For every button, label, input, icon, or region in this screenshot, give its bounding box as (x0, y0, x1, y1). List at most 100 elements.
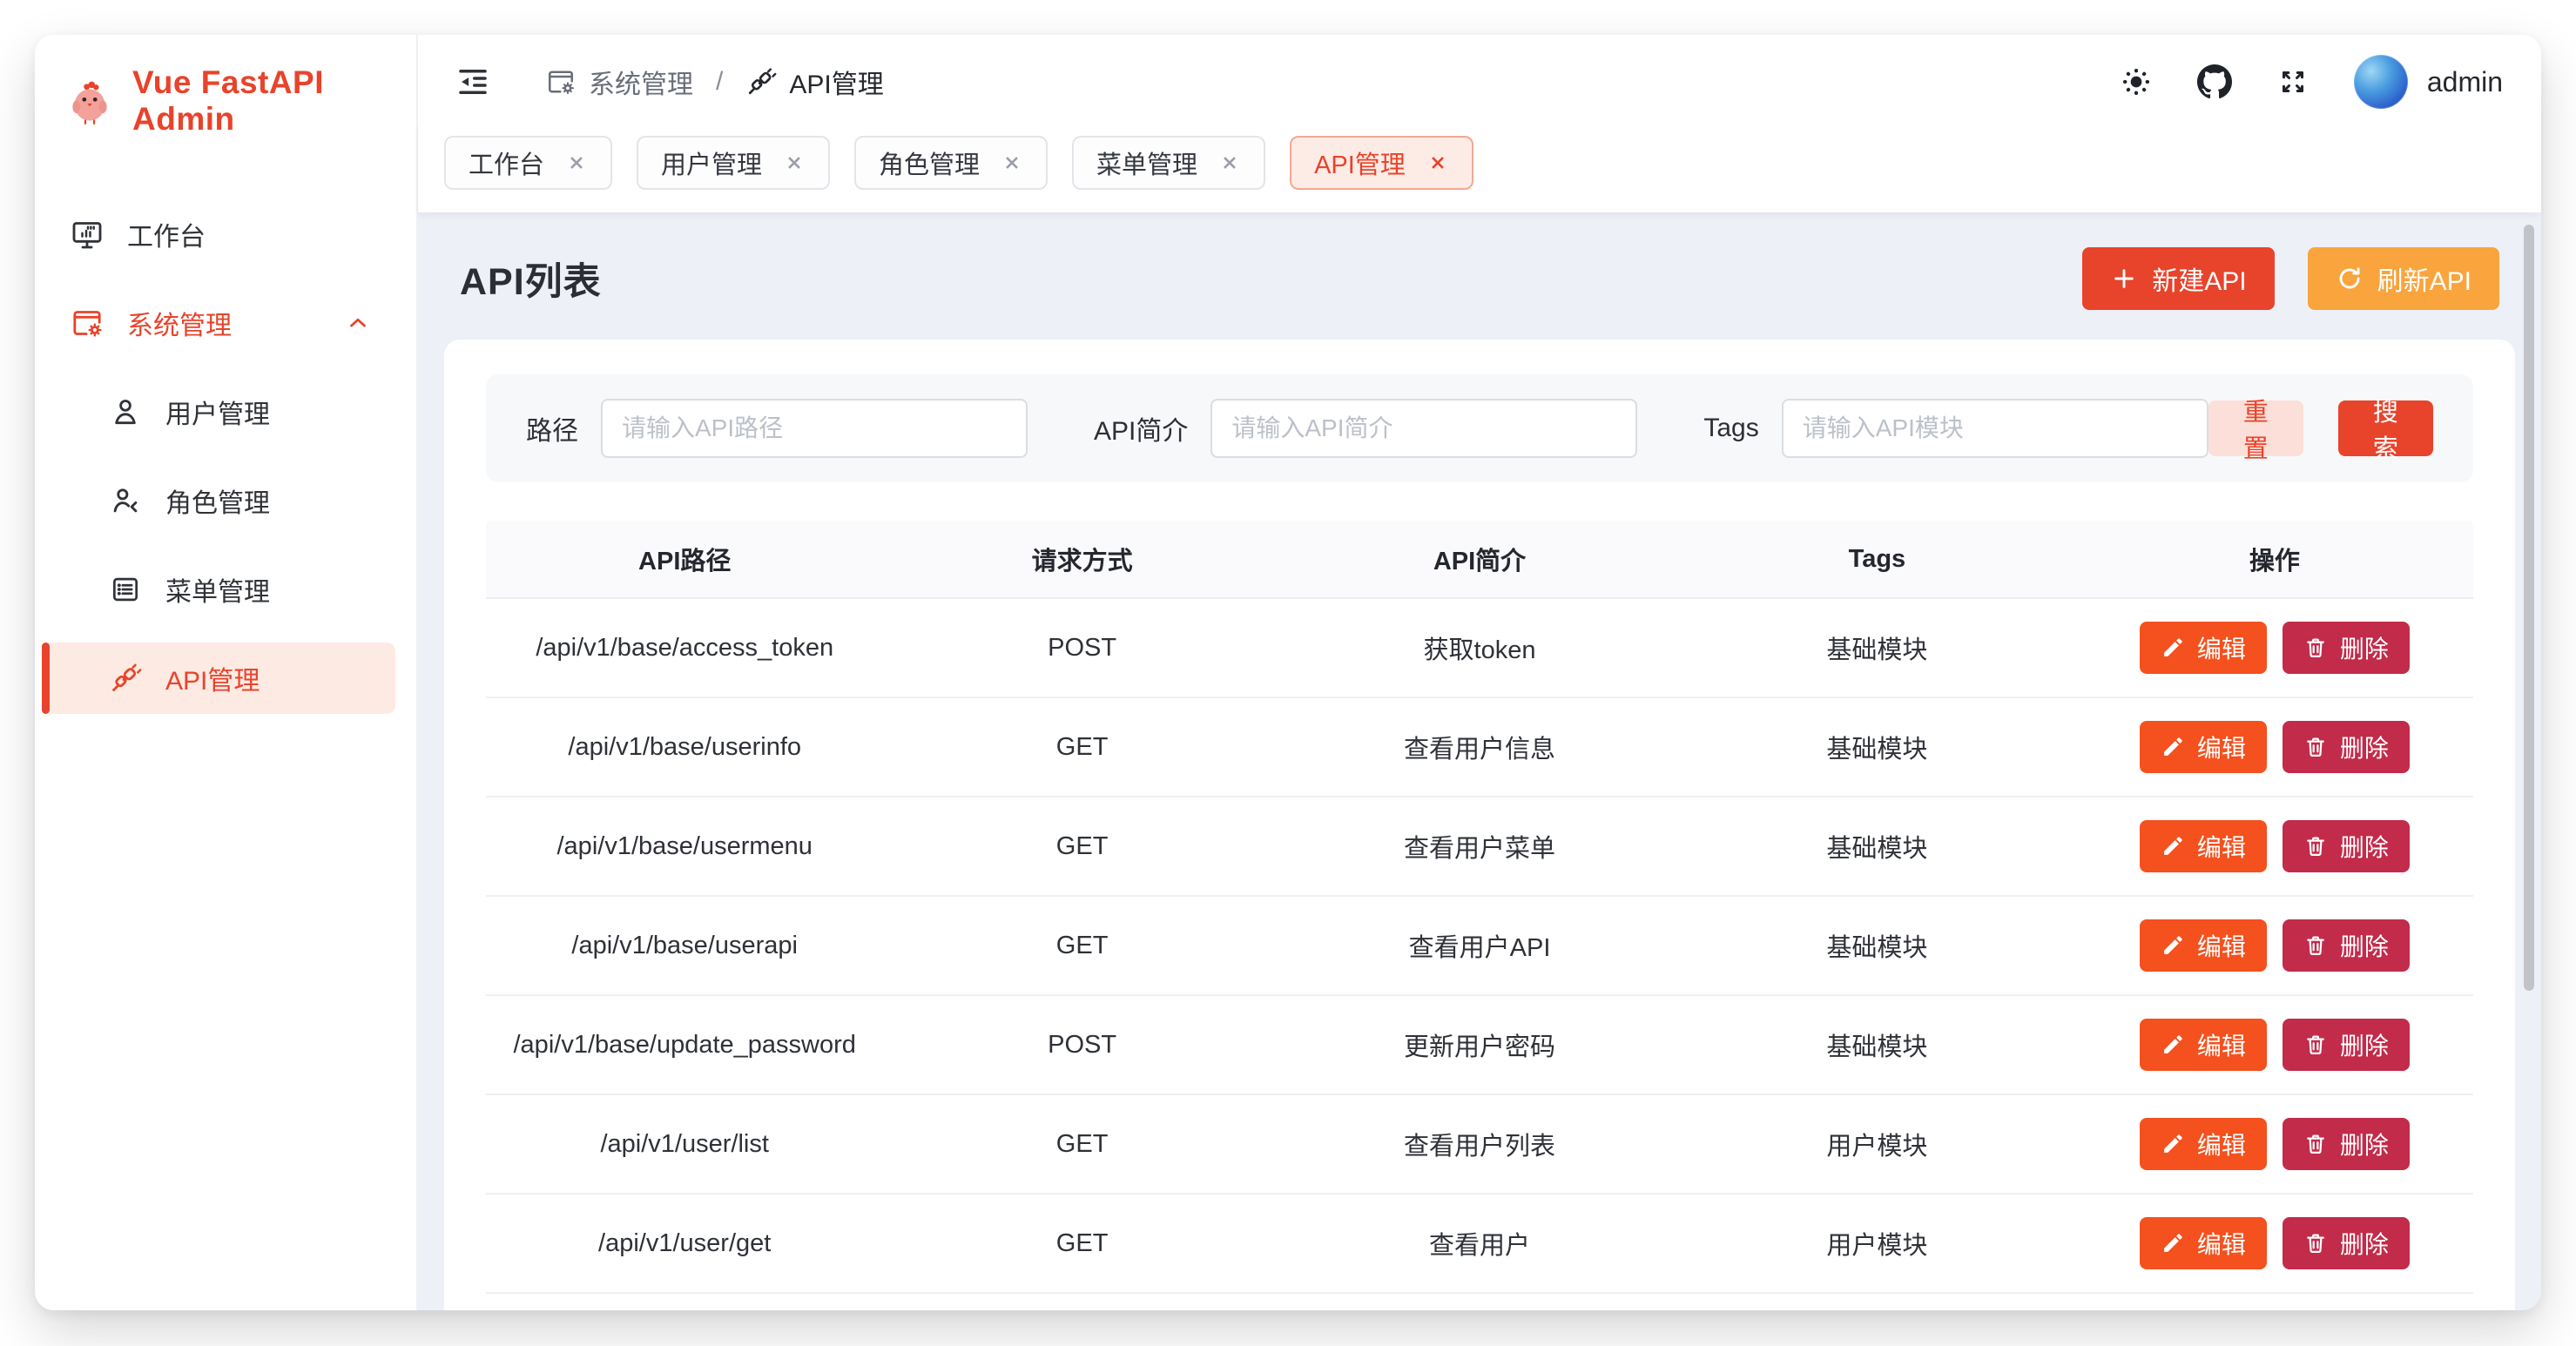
cell-actions: 编辑 删除 (2076, 820, 2473, 872)
edit-button[interactable]: 编辑 (2140, 1217, 2267, 1269)
cell-api-path: /api/v1/base/userapi (486, 932, 883, 960)
sidebar-item-label: 工作台 (127, 215, 206, 253)
user-icon (108, 394, 143, 429)
page-title: API列表 (460, 252, 602, 306)
github-icon[interactable] (2197, 64, 2232, 99)
main-area: 系统管理 / API管理 (418, 35, 2541, 1310)
tab[interactable]: 角色管理 (854, 136, 1048, 190)
cell-method: GET (883, 932, 1280, 960)
delete-button[interactable]: 删除 (2283, 1118, 2410, 1170)
edit-button[interactable]: 编辑 (2140, 622, 2267, 674)
edit-pencil-icon (2161, 933, 2185, 958)
sidebar-item-menus[interactable]: 菜单管理 (42, 554, 395, 625)
sidebar-item-users[interactable]: 用户管理 (42, 376, 395, 448)
delete-button[interactable]: 删除 (2283, 721, 2410, 773)
table-row: /api/v1/base/userapi GET 查看用户API 基础模块 编辑… (486, 897, 2473, 996)
close-icon[interactable] (783, 151, 806, 174)
cell-actions: 编辑 删除 (2076, 1118, 2473, 1170)
workbench-monitor-icon (70, 217, 105, 252)
column-method: 请求方式 (883, 541, 1280, 577)
edit-button[interactable]: 编辑 (2140, 1019, 2267, 1071)
cell-summary: 查看用户信息 (1281, 729, 1678, 765)
cell-method: GET (883, 1130, 1280, 1159)
cell-tags: 基础模块 (1678, 927, 2075, 964)
tags-filter-input[interactable] (1782, 399, 2208, 458)
api-table-card: 路径 API简介 Tags 重置 搜索 (444, 340, 2515, 1310)
search-button[interactable]: 搜索 (2338, 400, 2433, 456)
theme-sun-icon[interactable] (2119, 64, 2154, 99)
cell-summary: 查看用户菜单 (1281, 828, 1678, 865)
collapse-sidebar-icon[interactable] (455, 64, 491, 100)
page-header: API列表 新建API 刷新API (444, 212, 2515, 340)
column-actions: 操作 (2076, 541, 2473, 577)
cell-method: POST (883, 634, 1280, 663)
breadcrumb-system[interactable]: 系统管理 (545, 63, 693, 101)
close-icon[interactable] (565, 151, 588, 174)
delete-button[interactable]: 删除 (2283, 820, 2410, 872)
sidebar: Vue FastAPI Admin 工作台 (35, 35, 418, 1310)
edit-button[interactable]: 编辑 (2140, 919, 2267, 972)
api-plug-icon (745, 66, 777, 98)
close-icon[interactable] (1001, 151, 1023, 174)
table-row: /api/v1/base/usermenu GET 查看用户菜单 基础模块 编辑… (486, 798, 2473, 897)
delete-button[interactable]: 删除 (2283, 1019, 2410, 1071)
edit-button[interactable]: 编辑 (2140, 721, 2267, 773)
tab[interactable]: API管理 (1290, 136, 1473, 190)
plus-icon (2110, 265, 2138, 293)
tab[interactable]: 工作台 (444, 136, 612, 190)
cell-api-path: /api/v1/base/access_token (486, 634, 883, 663)
edit-button[interactable]: 编辑 (2140, 820, 2267, 872)
create-api-button[interactable]: 新建API (2082, 247, 2274, 310)
tab[interactable]: 菜单管理 (1072, 136, 1265, 190)
path-filter-input[interactable] (601, 399, 1028, 458)
delete-button[interactable]: 删除 (2283, 919, 2410, 972)
system-window-gear-icon (70, 306, 105, 340)
sidebar-item-workbench[interactable]: 工作台 (42, 199, 395, 270)
user-menu[interactable]: admin (2354, 55, 2503, 109)
delete-button[interactable]: 删除 (2283, 1217, 2410, 1269)
delete-trash-icon (2303, 735, 2328, 759)
tags-filter-label: Tags (1703, 414, 1758, 443)
api-table: API路径 请求方式 API简介 Tags 操作 /api/v1/base/ac… (486, 521, 2473, 1310)
tab-bar: 工作台 用户管理 角色管理 菜单管理 API管理 (418, 124, 2541, 212)
chevron-up-icon (345, 310, 371, 336)
system-window-gear-icon (545, 66, 577, 98)
cell-actions: 编辑 删除 (2076, 1217, 2473, 1269)
sidebar-item-roles[interactable]: 角色管理 (42, 465, 395, 536)
cell-actions: 编辑 删除 (2076, 721, 2473, 773)
cell-actions: 编辑 删除 (2076, 1019, 2473, 1071)
table-row: /api/v1/base/userinfo GET 查看用户信息 基础模块 编辑… (486, 698, 2473, 798)
cell-api-path: /api/v1/base/userinfo (486, 733, 883, 762)
fullscreen-icon[interactable] (2276, 64, 2310, 99)
reset-button[interactable]: 重置 (2208, 400, 2303, 456)
sidebar-item-label: API管理 (165, 659, 260, 697)
close-icon[interactable] (1426, 151, 1449, 174)
app-logo[interactable]: Vue FastAPI Admin (35, 35, 416, 146)
sidebar-item-api[interactable]: API管理 (42, 643, 395, 714)
delete-button[interactable]: 删除 (2283, 622, 2410, 674)
breadcrumb-current-label: API管理 (789, 63, 883, 101)
breadcrumb-separator: / (716, 67, 723, 97)
sidebar-item-label: 角色管理 (165, 481, 270, 520)
cell-summary: 获取token (1281, 629, 1678, 666)
username: admin (2427, 66, 2503, 98)
cell-tags: 基础模块 (1678, 729, 2075, 765)
avatar (2354, 55, 2408, 109)
summary-filter-input[interactable] (1210, 399, 1637, 458)
delete-trash-icon (2303, 636, 2328, 660)
top-header: 系统管理 / API管理 (418, 40, 2541, 124)
role-user-arrow-icon (108, 483, 143, 518)
vertical-scrollbar[interactable] (2524, 225, 2534, 991)
tab[interactable]: 用户管理 (637, 136, 830, 190)
cell-tags: 基础模块 (1678, 629, 2075, 666)
cell-method: GET (883, 1229, 1280, 1258)
sidebar-item-system[interactable]: 系统管理 (42, 287, 395, 359)
cell-tags: 基础模块 (1678, 828, 2075, 865)
edit-button[interactable]: 编辑 (2140, 1118, 2267, 1170)
close-icon[interactable] (1218, 151, 1241, 174)
breadcrumb-api[interactable]: API管理 (745, 63, 883, 101)
table-row-partial (486, 1294, 2473, 1310)
api-plug-icon (108, 661, 143, 696)
refresh-api-button[interactable]: 刷新API (2308, 247, 2499, 310)
header-actions: admin (2119, 55, 2503, 109)
